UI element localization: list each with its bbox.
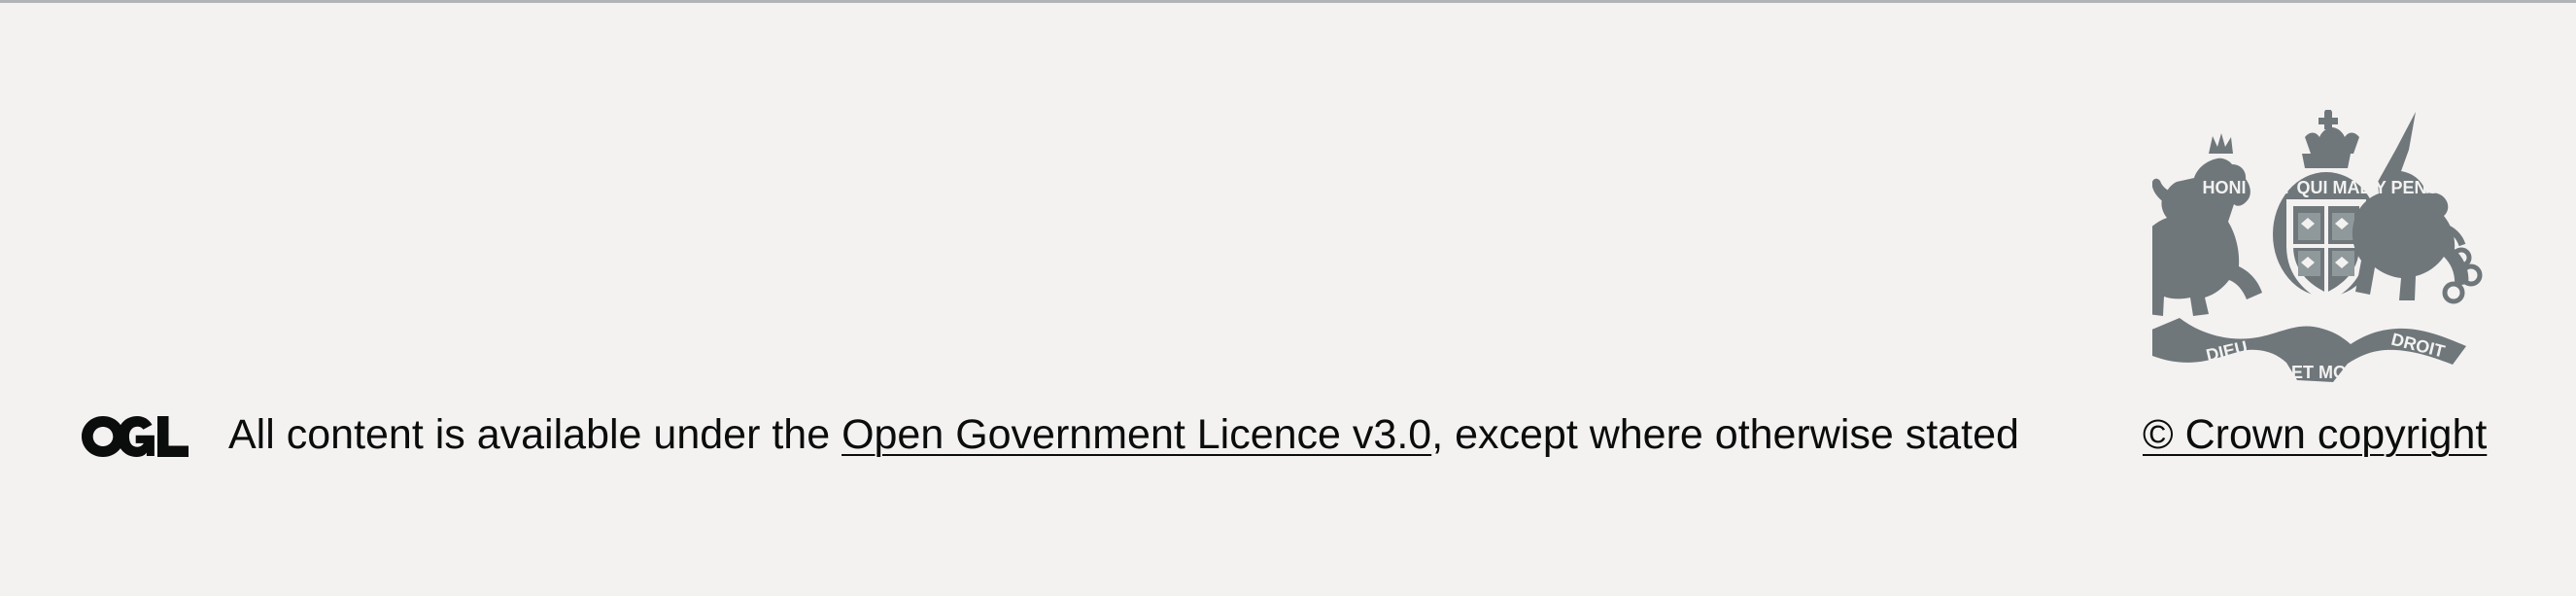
site-footer: All content is available under the Open … [0,0,2576,596]
motto-garter-text: HONI SOIT QUI MAL Y PENSE [2202,178,2450,197]
licence-prefix: All content is available under the [228,411,842,458]
ogl-logo-icon [82,416,189,457]
licence-suffix: , except where otherwise stated [1431,411,2019,458]
open-government-licence-link[interactable]: Open Government Licence v3.0 [841,411,1431,458]
royal-coat-of-arms-icon: HONI SOIT QUI MAL Y PENSE DIEU ET MON DR… [2152,110,2483,382]
motto-center-text: ET MON [2291,363,2359,382]
licence-statement: All content is available under the Open … [228,407,2019,462]
crown-copyright-link[interactable]: © Crown copyright [2143,407,2487,462]
